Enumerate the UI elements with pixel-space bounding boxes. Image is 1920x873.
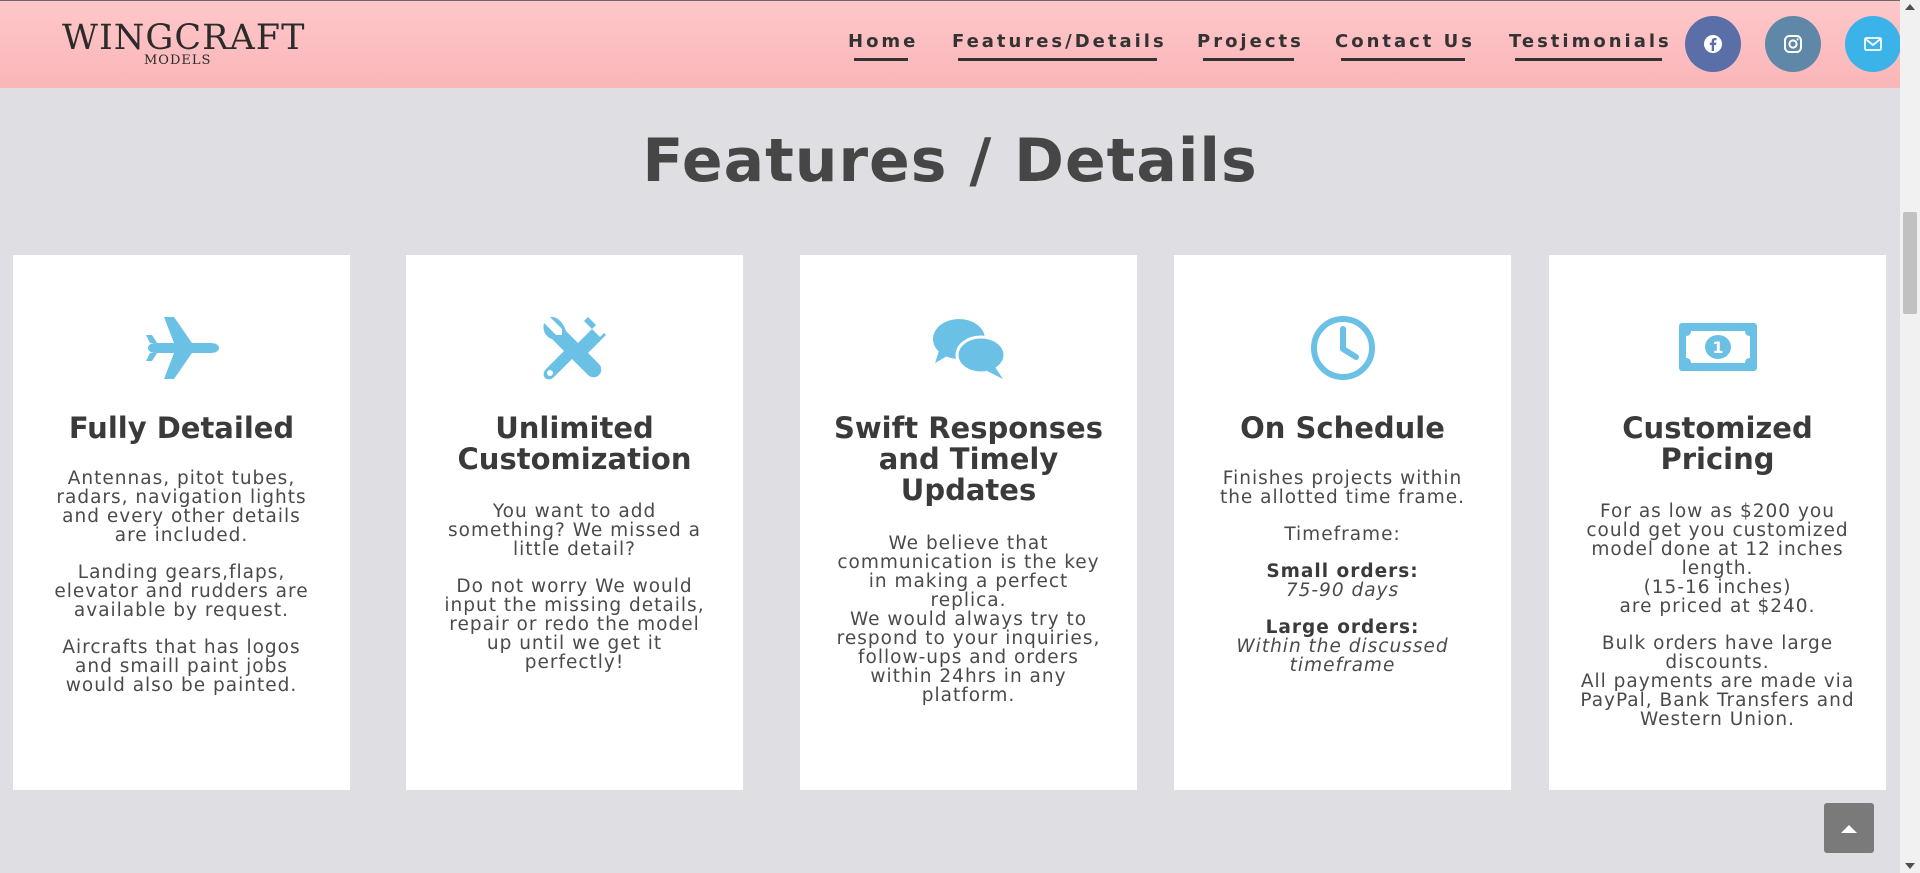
nav-home[interactable]: Home xyxy=(848,31,918,61)
card-paragraph: Finishes projects within the allotted ti… xyxy=(1219,468,1466,508)
feature-card-fully-detailed: Fully Detailed Antennas, pitot tubes, ra… xyxy=(13,255,350,790)
card-paragraph: are priced at $240. xyxy=(1619,596,1816,617)
large-orders-value: Within the discussed timeframe xyxy=(1236,636,1449,676)
large-orders-label: Large orders: xyxy=(1265,617,1420,638)
card-title: Fully Detailed xyxy=(68,411,295,445)
card-title: Customized Pricing xyxy=(1622,411,1813,476)
page-scrollbar[interactable] xyxy=(1900,0,1920,873)
feature-card-customized-pricing: 1 Customized Pricing For as low as $200 … xyxy=(1549,255,1886,790)
card-body: We believe that communication is the key… xyxy=(830,534,1107,723)
main-nav: Home Features/Details Projects Contact U… xyxy=(0,31,1900,71)
scroll-down-arrow[interactable] xyxy=(1905,863,1915,869)
mail-button[interactable] xyxy=(1845,16,1901,72)
feature-card-swift-responses: Swift Responses and Timely Updates We be… xyxy=(800,255,1137,790)
chevron-up-icon xyxy=(1841,825,1857,833)
card-paragraph: Bulk orders have large discounts. xyxy=(1601,633,1834,673)
money-icon: 1 xyxy=(1678,323,1757,371)
nav-features-details[interactable]: Features/Details xyxy=(952,31,1167,61)
card-body: Antennas, pitot tubes, radars, navigatio… xyxy=(43,469,320,713)
card-paragraph: Landing gears,flaps, elevator and rudder… xyxy=(54,562,309,621)
facebook-button[interactable] xyxy=(1685,16,1741,72)
nav-contact-us[interactable]: Contact Us xyxy=(1335,31,1475,61)
card-body: You want to add something? We missed a l… xyxy=(436,502,713,690)
tools-icon xyxy=(542,316,606,380)
card-body: For as low as $200 you could get you cus… xyxy=(1579,502,1856,747)
card-paragraph: (15-16 inches) xyxy=(1643,577,1792,598)
card-title: On Schedule xyxy=(1240,411,1445,445)
mail-icon xyxy=(1864,37,1882,51)
card-paragraph: All payments are made via PayPal, Bank T… xyxy=(1580,671,1855,730)
clock-icon xyxy=(1310,316,1375,380)
card-paragraph: You want to add something? We missed a l… xyxy=(448,501,701,560)
nav-testimonials[interactable]: Testimonials xyxy=(1509,31,1672,61)
page-title: Features / Details xyxy=(642,126,1258,196)
facebook-icon xyxy=(1704,35,1722,53)
feature-card-on-schedule: On Schedule Finishes projects within the… xyxy=(1174,255,1511,790)
card-paragraph: We would always try to respond to your i… xyxy=(836,609,1101,706)
card-paragraph: Do not worry We would input the missing … xyxy=(444,576,705,673)
card-body: Finishes projects within the allotted ti… xyxy=(1204,469,1481,693)
card-paragraph: For as low as $200 you could get you cus… xyxy=(1586,501,1849,579)
small-orders-value: 75-90 days xyxy=(1285,580,1400,601)
airplane-icon xyxy=(145,317,219,379)
back-to-top-button[interactable] xyxy=(1824,803,1874,853)
scroll-up-arrow[interactable] xyxy=(1905,4,1915,10)
card-title: Unlimited Customization xyxy=(457,411,692,476)
card-paragraph: Antennas, pitot tubes, radars, navigatio… xyxy=(56,468,307,546)
feature-card-unlimited-customization: Unlimited Customization You want to add … xyxy=(406,255,743,790)
card-paragraph: Aircrafts that has logos and smaill pain… xyxy=(62,637,301,696)
svg-text:1: 1 xyxy=(1712,338,1723,357)
card-paragraph: Timeframe: xyxy=(1284,524,1401,545)
small-orders-label: Small orders: xyxy=(1266,561,1419,582)
card-title: Swift Responses and Timely Updates xyxy=(834,411,1103,507)
chat-icon xyxy=(932,319,1006,379)
site-header: WINGCRAFT MODELS Home Features/Details P… xyxy=(0,0,1901,88)
instagram-button[interactable] xyxy=(1765,16,1821,72)
instagram-icon xyxy=(1784,35,1802,53)
nav-projects[interactable]: Projects xyxy=(1197,31,1304,61)
scroll-thumb[interactable] xyxy=(1903,212,1917,314)
card-paragraph: We believe that communication is the key… xyxy=(837,533,1100,611)
